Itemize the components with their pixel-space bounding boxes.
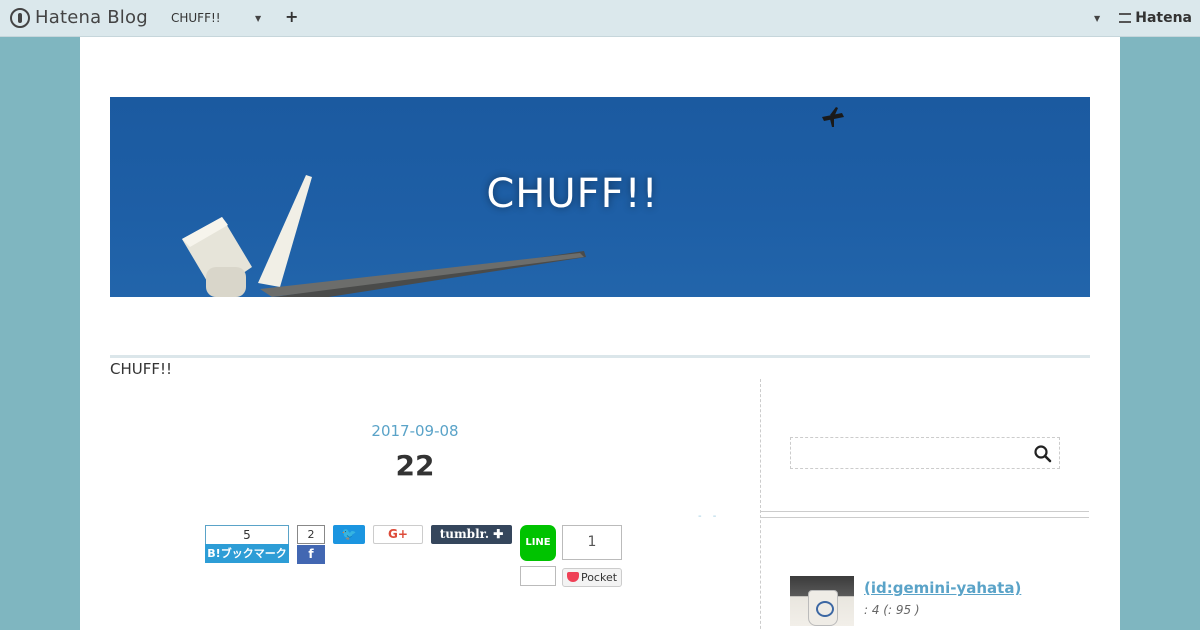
top-bar: Hatena Blog CHUFF!! ▼ + ▼ Hatena (0, 0, 1200, 37)
hatena-blog-logo[interactable]: Hatena Blog (10, 7, 148, 28)
entry-title[interactable]: 22 (110, 449, 720, 482)
cup-image (808, 590, 838, 626)
hatena-bookmark-button[interactable]: B!ブックマーク (205, 544, 289, 563)
tumblr-share-button[interactable]: tumblr. ✚ (431, 525, 512, 544)
search-input[interactable] (790, 437, 1060, 469)
decoration: - - (698, 511, 721, 522)
page-container: CHUFF!! CHUFF!! 2017-09-08 22 - - 5 B!ブッ… (80, 37, 1120, 630)
chevron-down-icon[interactable]: ▼ (255, 14, 261, 23)
sidebar: (id:gemini-yahata) : 4 (: 95 ) (761, 379, 1089, 630)
pocket-button[interactable]: Pocket (562, 568, 622, 587)
sidebar-rule (761, 511, 1089, 512)
chevron-down-icon[interactable]: ▼ (1094, 14, 1100, 23)
line-count (520, 566, 556, 586)
pocket-icon (566, 572, 579, 582)
hatena-label: Hatena (1135, 10, 1192, 26)
twitter-icon: 🐦 (341, 527, 357, 541)
profile-id-link[interactable]: (id:gemini-yahata) (864, 579, 1021, 597)
logo-text: Hatena Blog (35, 7, 148, 28)
entry-date[interactable]: 2017-09-08 (110, 422, 720, 440)
profile-image[interactable] (790, 576, 854, 626)
facebook-share-button[interactable]: f (297, 545, 325, 564)
pocket-label: Pocket (580, 571, 618, 584)
twitter-share-button[interactable]: 🐦 (333, 525, 365, 544)
facebook-count: 2 (297, 525, 325, 544)
profile-stats: : 4 (: 95 ) (864, 603, 920, 617)
blog-selector[interactable]: CHUFF!! (171, 11, 221, 25)
line-share-button[interactable]: LINE (520, 525, 556, 561)
sidebar-rule (761, 517, 1089, 518)
hatena-bookmark-count[interactable]: 5 (205, 525, 289, 544)
header-banner[interactable]: CHUFF!! (110, 97, 1090, 297)
add-post-button[interactable]: + (285, 7, 298, 26)
google-plus-button[interactable]: G+ (373, 525, 423, 544)
main-column: 2017-09-08 22 - - 5 B!ブックマーク 2 f 🐦 G+ tu… (110, 379, 760, 630)
hatena-mini-icon (1119, 13, 1132, 23)
hatena-menu-button[interactable]: Hatena (1119, 10, 1192, 26)
pocket-count: 1 (562, 525, 622, 560)
google-plus-icon: G+ (388, 527, 408, 541)
blog-description: CHUFF!! (110, 360, 173, 378)
hatena-logo-icon (10, 7, 30, 28)
search-icon[interactable] (1033, 444, 1053, 464)
facebook-icon: f (308, 547, 314, 561)
blog-title[interactable]: CHUFF!! (110, 171, 1035, 217)
header-divider (110, 355, 1090, 358)
